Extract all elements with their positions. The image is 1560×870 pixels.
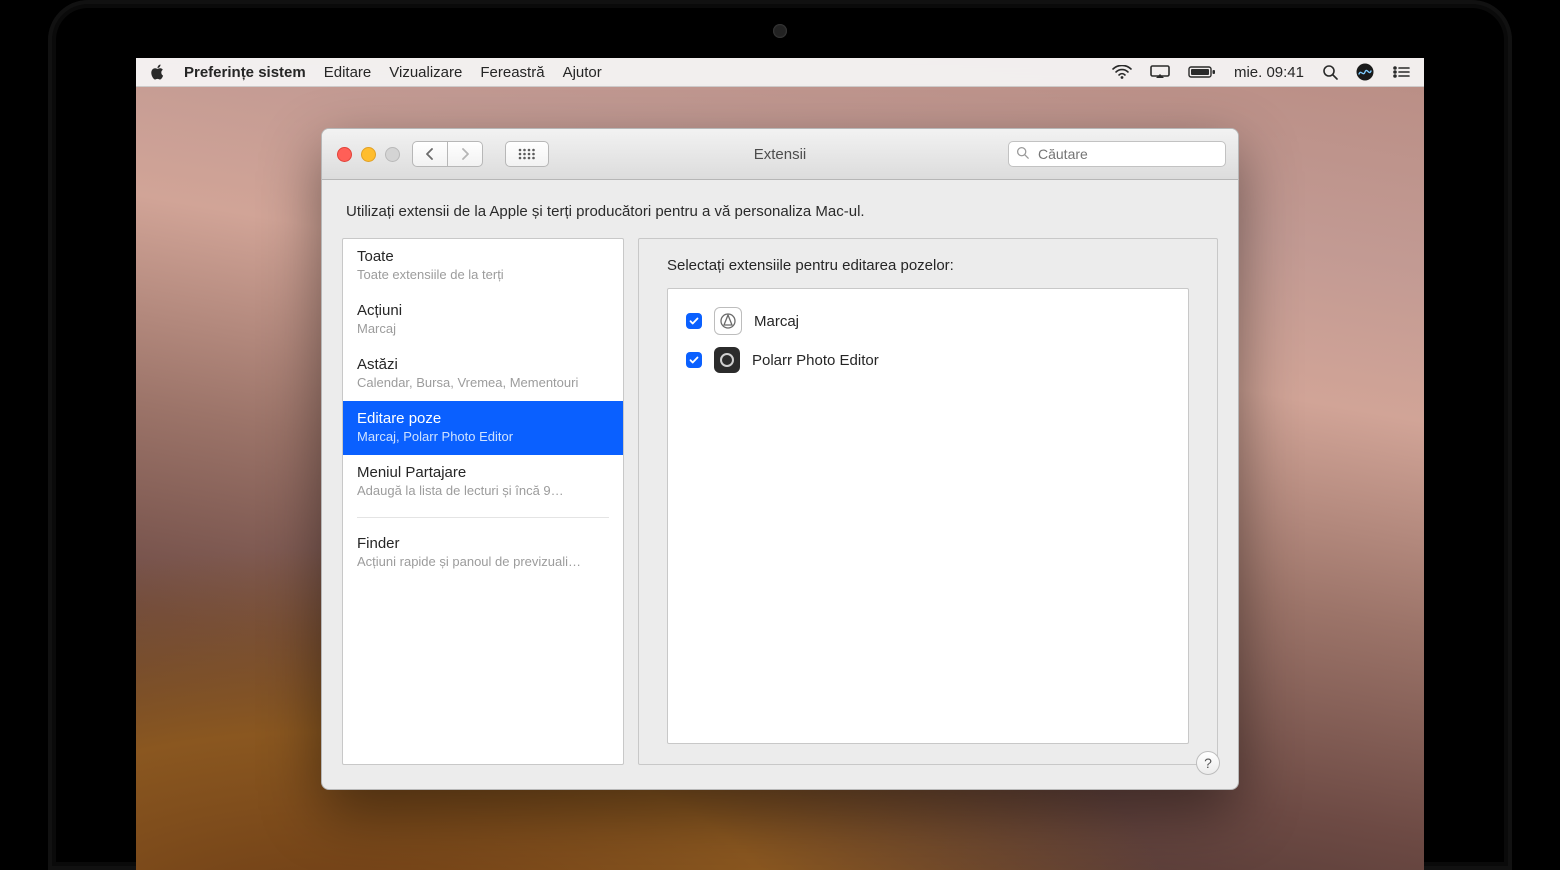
sidebar-item-title: Finder <box>357 535 609 552</box>
laptop-bezel: Preferințe sistem Editare Vizualizare Fe… <box>48 0 1512 870</box>
back-button[interactable] <box>412 141 447 167</box>
sidebar-item-editare-poze[interactable]: Editare poze Marcaj, Polarr Photo Editor <box>343 401 623 455</box>
sidebar-item-title: Acțiuni <box>357 302 609 319</box>
traffic-lights <box>334 147 400 162</box>
sidebar-item-title: Astăzi <box>357 356 609 373</box>
nav-buttons <box>412 141 483 167</box>
detail-heading: Selectați extensiile pentru editarea poz… <box>667 257 1189 274</box>
sidebar-item-subtitle: Acțiuni rapide și panoul de previzuali… <box>357 554 609 569</box>
minimize-window-button[interactable] <box>361 147 376 162</box>
sidebar-item-subtitle: Toate extensiile de la terți <box>357 267 609 282</box>
sidebar-item-ac-iuni[interactable]: Acțiuni Marcaj <box>343 293 623 347</box>
menubar-item-editare[interactable]: Editare <box>324 64 372 81</box>
window-body: Utilizați extensii de la Apple și terți … <box>322 179 1238 789</box>
sidebar-item-subtitle: Adaugă la lista de lecturi și încă 9… <box>357 483 609 498</box>
markup-icon <box>714 307 742 335</box>
laptop-frame: Preferințe sistem Editare Vizualizare Fe… <box>0 0 1560 870</box>
apple-menu-icon[interactable] <box>150 64 166 80</box>
sidebar-item-title: Meniul Partajare <box>357 464 609 481</box>
sidebar-item-subtitle: Marcaj <box>357 321 609 336</box>
window-titlebar[interactable]: Extensii <box>322 129 1238 180</box>
menubar-item-vizualizare[interactable]: Vizualizare <box>389 64 462 81</box>
detail-pane: Selectați extensiile pentru editarea poz… <box>638 238 1218 765</box>
menubar: Preferințe sistem Editare Vizualizare Fe… <box>136 58 1424 87</box>
siri-icon[interactable] <box>1356 63 1374 81</box>
desktop[interactable]: Preferințe sistem Editare Vizualizare Fe… <box>136 58 1424 870</box>
extension-label: Polarr Photo Editor <box>752 352 879 369</box>
battery-icon[interactable] <box>1188 65 1216 79</box>
sidebar-item-ast-zi[interactable]: Astăzi Calendar, Bursa, Vremea, Mementour… <box>343 347 623 401</box>
sidebar-item-title: Toate <box>357 248 609 265</box>
preferences-window: Extensii Utilizați extensii de la Apple … <box>321 128 1239 790</box>
extension-checkbox[interactable] <box>686 313 702 329</box>
notification-center-icon[interactable] <box>1392 65 1410 79</box>
laptop-camera <box>773 24 787 38</box>
close-window-button[interactable] <box>337 147 352 162</box>
extension-row: Polarr Photo Editor <box>682 341 1174 379</box>
menubar-clock[interactable]: mie. 09:41 <box>1234 64 1304 81</box>
extension-list: Marcaj Polarr Photo Editor <box>667 288 1189 744</box>
zoom-window-button <box>385 147 400 162</box>
menubar-app-name[interactable]: Preferințe sistem <box>184 64 306 81</box>
search-icon <box>1016 146 1029 162</box>
menubar-item-ajutor[interactable]: Ajutor <box>563 64 602 81</box>
menubar-item-fereastra[interactable]: Fereastră <box>480 64 544 81</box>
sidebar-item-subtitle: Marcaj, Polarr Photo Editor <box>357 429 609 444</box>
wifi-icon[interactable] <box>1112 65 1132 79</box>
extension-label: Marcaj <box>754 313 799 330</box>
toolbar-search[interactable] <box>1008 141 1226 167</box>
sidebar-item-toate[interactable]: Toate Toate extensiile de la terți <box>343 239 623 293</box>
intro-text: Utilizați extensii de la Apple și terți … <box>346 203 1214 220</box>
category-sidebar[interactable]: Toate Toate extensiile de la terți Acțiuni… <box>342 238 624 765</box>
extension-row: Marcaj <box>682 301 1174 341</box>
help-button[interactable]: ? <box>1196 751 1220 775</box>
sidebar-item-meniul-partajare[interactable]: Meniul Partajare Adaugă la lista de lectu… <box>343 455 623 509</box>
forward-button[interactable] <box>447 141 483 167</box>
airplay-icon[interactable] <box>1150 65 1170 79</box>
show-all-button[interactable] <box>505 141 549 167</box>
sidebar-item-subtitle: Calendar, Bursa, Vremea, Mementouri <box>357 375 609 390</box>
sidebar-item-title: Editare poze <box>357 410 609 427</box>
sidebar-divider <box>357 517 609 518</box>
spotlight-icon[interactable] <box>1322 64 1338 80</box>
search-input[interactable] <box>1036 145 1221 163</box>
extension-checkbox[interactable] <box>686 352 702 368</box>
polarr-icon <box>714 347 740 373</box>
sidebar-item-finder[interactable]: Finder Acțiuni rapide și panoul de previz… <box>343 526 623 580</box>
